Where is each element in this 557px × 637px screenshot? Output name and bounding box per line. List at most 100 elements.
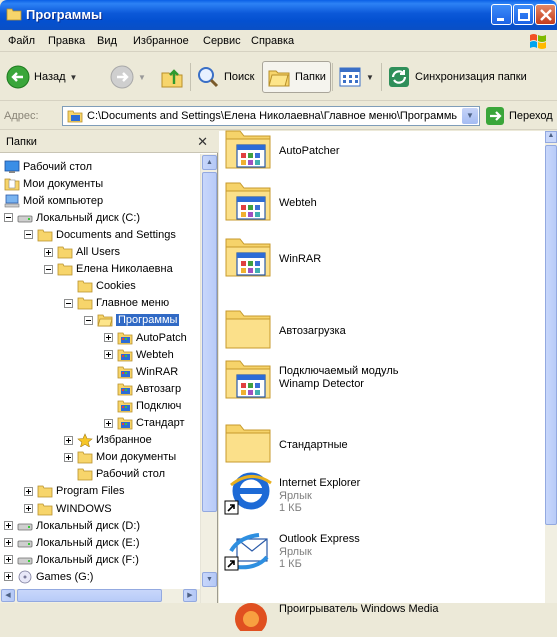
minimize-button[interactable] [491, 4, 512, 25]
collapse-icon[interactable] [84, 315, 93, 325]
collapse-icon[interactable] [44, 264, 53, 274]
expand-icon[interactable] [64, 435, 73, 445]
collapse-icon[interactable] [24, 230, 33, 240]
menu-tools[interactable]: Сервис [203, 35, 241, 47]
list-item[interactable]: Автозагрузка [223, 303, 543, 359]
maximize-button[interactable] [513, 4, 534, 25]
expand-icon[interactable] [4, 538, 13, 548]
tree-item[interactable]: WINDOWS [24, 500, 112, 517]
scroll-down-icon[interactable]: ▼ [202, 572, 217, 587]
content-scroll-thumb[interactable] [545, 145, 557, 525]
tree-item-label: Программы [116, 314, 180, 327]
expand-icon[interactable] [64, 452, 73, 462]
scroll-up-icon[interactable]: ▲ [202, 155, 217, 170]
folders-button[interactable]: Папки [262, 61, 331, 93]
program-folder-icon [225, 238, 271, 277]
expand-icon[interactable] [4, 555, 13, 565]
close-pane-icon[interactable]: ✕ [197, 134, 208, 150]
list-item[interactable]: Стандартные [223, 417, 543, 473]
content-scroll-up-icon[interactable]: ▲ [545, 131, 557, 143]
expand-icon[interactable] [44, 247, 53, 257]
tree-item[interactable]: Рабочий стол [64, 466, 165, 483]
tree-horizontal-scrollbar[interactable]: ◀ ▶ [0, 589, 200, 603]
tree-item[interactable]: Елена Николаевна [44, 261, 173, 278]
menu-help[interactable]: Справка [251, 35, 294, 47]
tree-item-label: Webteh [136, 348, 174, 361]
title-bar[interactable]: Программы [0, 0, 557, 30]
views-button[interactable]: ▼ [338, 61, 374, 93]
folders-icon [268, 70, 290, 87]
search-button[interactable]: Поиск [196, 61, 254, 93]
folders-pane-header: Папки ✕ [0, 131, 218, 153]
expand-icon[interactable] [104, 333, 113, 342]
views-dropdown-icon[interactable]: ▼ [366, 73, 374, 82]
tree-item[interactable]: Подключ [104, 397, 181, 414]
forward-button[interactable]: ▼ [110, 61, 146, 93]
tree-item[interactable]: Program Files [24, 483, 124, 500]
tree-item[interactable]: Мои документы [64, 449, 176, 466]
content-vertical-scrollbar[interactable]: ▲ [545, 131, 557, 603]
tree-item[interactable]: Избранное [64, 432, 152, 449]
back-dropdown-icon[interactable]: ▼ [70, 73, 78, 82]
back-button[interactable]: Назад ▼ [6, 61, 77, 93]
go-label[interactable]: Переход [509, 110, 553, 122]
tree-item[interactable]: Локальный диск (F:) [4, 551, 139, 568]
list-item[interactable]: Подключаемый модуль Winamp Detector [223, 353, 543, 409]
back-label: Назад [34, 71, 66, 83]
list-item[interactable]: WinRAR [223, 231, 543, 287]
folder-open-icon [97, 314, 113, 327]
expand-icon[interactable] [24, 504, 33, 513]
list-item[interactable]: AutoPatcher [223, 123, 543, 179]
scroll-right-icon[interactable]: ▶ [183, 589, 197, 602]
list-item[interactable]: Outlook Express Ярлык 1 КБ [223, 523, 543, 579]
tree-item[interactable]: Webteh [104, 346, 174, 363]
expand-icon[interactable] [4, 521, 13, 531]
tree-item-label: All Users [76, 246, 121, 258]
windows-media-icon [235, 603, 267, 631]
h-scroll-thumb[interactable] [17, 589, 162, 602]
tree-item[interactable]: All Users [44, 244, 120, 261]
tree-item[interactable]: Локальный диск (D:) [4, 517, 140, 534]
sync-folder-button[interactable]: Синхронизация папки [387, 61, 527, 93]
up-folder-button[interactable] [160, 61, 184, 93]
tree-item[interactable]: Documents and Settings [24, 226, 176, 243]
menu-view[interactable]: Вид [97, 35, 117, 47]
collapse-icon[interactable] [64, 298, 73, 308]
folder-icon [77, 297, 93, 310]
desktop-icon [4, 160, 20, 173]
collapse-icon[interactable] [4, 213, 13, 223]
tree-item[interactable]: Games (G:) [4, 568, 93, 585]
scroll-left-icon[interactable]: ◀ [1, 589, 15, 602]
tree-item-label: Главное меню [96, 297, 170, 310]
expand-icon[interactable] [4, 572, 13, 582]
folder-icon [57, 246, 73, 259]
tree-item[interactable]: AutoPatch [104, 329, 187, 346]
expand-icon[interactable] [104, 350, 113, 360]
expand-icon[interactable] [24, 486, 33, 496]
menu-favorites[interactable]: Избранное [133, 35, 189, 47]
tree-item[interactable]: Мои документы [4, 175, 103, 192]
tree-item[interactable]: WinRAR [104, 363, 178, 380]
tree-item[interactable]: Cookies [64, 278, 136, 295]
tree-item[interactable]: Мой компьютер [4, 192, 103, 209]
tree-item[interactable]: Автозагр [104, 380, 181, 397]
menu-file[interactable]: Файл [8, 35, 35, 47]
tree-item[interactable]: Локальный диск (C:) [4, 209, 140, 226]
tree-vertical-scrollbar[interactable]: ▲ ▼ [200, 154, 217, 603]
address-dropdown-icon[interactable]: ▼ [462, 108, 478, 124]
search-icon [198, 67, 219, 88]
tree-item-label: Стандарт [136, 417, 185, 429]
tree-item[interactable]: Локальный диск (E:) [4, 534, 140, 551]
tree-item[interactable]: Рабочий стол [4, 158, 92, 175]
close-button[interactable] [535, 4, 556, 25]
menu-edit[interactable]: Правка [48, 35, 85, 47]
forward-dropdown-icon[interactable]: ▼ [138, 73, 146, 82]
tree-item[interactable]: Программы [84, 312, 180, 329]
scroll-thumb[interactable] [202, 172, 217, 512]
list-item[interactable]: Internet Explorer Ярлык 1 КБ [223, 467, 543, 523]
list-item[interactable]: Webteh [223, 175, 543, 231]
list-item[interactable]: Проигрыватель Windows Media [223, 581, 543, 637]
tree-item[interactable]: Стандарт [104, 415, 185, 432]
expand-icon[interactable] [104, 418, 113, 428]
tree-item[interactable]: Главное меню [64, 295, 169, 312]
